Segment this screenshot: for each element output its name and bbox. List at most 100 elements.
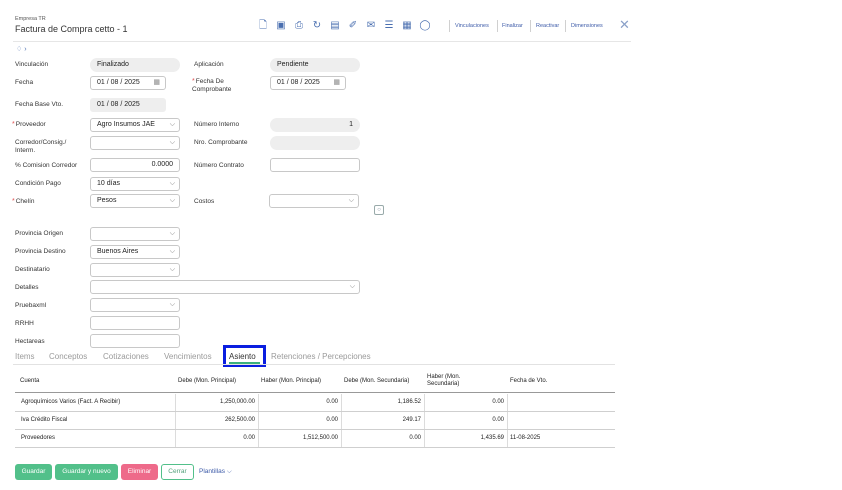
- numero-interno-field: 1: [270, 118, 360, 132]
- email-icon[interactable]: ✉: [364, 19, 378, 33]
- chevron-down-icon: ⌵: [169, 197, 175, 204]
- calendar-icon[interactable]: ▦: [333, 77, 340, 89]
- fecha-value: 01 / 08 / 2025: [97, 79, 140, 86]
- page-title: Factura de Compra cetto - 1: [15, 24, 128, 34]
- guardar-button[interactable]: Guardar: [15, 464, 52, 480]
- vinculacion-field: Finalizado: [90, 58, 180, 72]
- column-header-fecha-vto: Fecha de Vto.: [510, 378, 548, 384]
- chelin-label-text: Chelín: [15, 198, 35, 205]
- numero-contrato-input[interactable]: [270, 158, 360, 172]
- save-icon[interactable]: ▣: [274, 19, 288, 33]
- corredor-select[interactable]: ⌵: [90, 136, 180, 150]
- pdf-icon[interactable]: ▤: [328, 19, 342, 33]
- aplicacion-field: Pendiente: [270, 58, 360, 72]
- provincia-origen-label: Provincia Origen: [15, 230, 64, 237]
- vinculaciones-link[interactable]: Vinculaciones: [455, 23, 489, 29]
- reactivar-link[interactable]: Reactivar: [536, 23, 559, 29]
- numero-contrato-label: Número Contrato: [194, 162, 244, 169]
- link-tags-icon[interactable]: ♢ ›: [16, 45, 27, 53]
- table-row[interactable]: Agroquímicos Varios (Fact. A Recibir) 1,…: [15, 394, 615, 412]
- column-divider: [507, 394, 508, 411]
- cerrar-button[interactable]: Cerrar: [161, 464, 194, 480]
- column-header-haber-secundaria: Haber (Mon. Secundaria): [427, 374, 461, 387]
- calendar-icon[interactable]: ▦: [153, 77, 160, 89]
- print-icon[interactable]: ⎙: [292, 19, 306, 33]
- chevron-down-icon: ⌵: [226, 468, 232, 475]
- plantillas-dropdown[interactable]: Plantillas ⌵: [199, 468, 232, 476]
- provincia-origen-select[interactable]: ⌵: [90, 227, 180, 241]
- tab-conceptos[interactable]: Conceptos: [49, 352, 87, 361]
- cell-cuenta: Agroquímicos Varios (Fact. A Recibir): [21, 399, 121, 405]
- pruebaxml-select[interactable]: ⌵: [90, 298, 180, 312]
- table-row[interactable]: Iva Crédito Fiscal 262,500.00 0.00 249.1…: [15, 412, 615, 430]
- required-marker: *: [12, 121, 15, 128]
- tab-vencimientos[interactable]: Vencimientos: [164, 352, 212, 361]
- required-marker: *: [12, 198, 15, 205]
- chevron-down-icon: ⌵: [169, 139, 175, 146]
- company-name: Empresa TR: [15, 16, 46, 22]
- column-divider: [507, 430, 508, 447]
- cell-haber-secundaria: 1,435.69: [480, 435, 504, 441]
- chevron-down-icon: ⌵: [169, 301, 175, 308]
- chevron-down-icon: ⌵: [169, 266, 175, 273]
- comision-label: % Comision Corredor: [15, 162, 78, 169]
- toolbar-separator: [565, 20, 566, 32]
- vinculacion-label: Vinculación: [15, 61, 49, 68]
- cell-debe-secundaria: 1,186.52: [397, 399, 421, 405]
- condicion-pago-label: Condición Pago: [15, 180, 61, 187]
- chelin-label: *Chelín: [12, 198, 35, 206]
- numero-interno-label: Número Interno: [194, 121, 240, 128]
- fecha-date-input[interactable]: 01 / 08 / 2025 ▦: [90, 76, 166, 90]
- finalizar-link[interactable]: Finalizar: [502, 23, 523, 29]
- aplicacion-label: Aplicación: [194, 61, 224, 68]
- form-icon[interactable]: ▦: [400, 19, 414, 33]
- chat-icon[interactable]: ◯: [418, 19, 432, 33]
- cell-haber-principal: 1,512,500.00: [302, 435, 338, 441]
- column-header-cuenta: Cuenta: [20, 378, 40, 384]
- detalles-select[interactable]: ⌵: [90, 280, 360, 294]
- cell-haber-principal: 0.00: [326, 399, 338, 405]
- fecha-comprobante-date-input[interactable]: 01 / 08 / 2025 ▦: [270, 76, 346, 90]
- hectareas-label: Hectareas: [15, 338, 45, 345]
- costos-detail-icon[interactable]: ○: [374, 205, 384, 215]
- header-divider: [15, 392, 615, 393]
- tab-retenciones-percepciones[interactable]: Retenciones / Percepciones: [271, 352, 371, 361]
- corredor-label: Corredor/Consig./ Interm.: [15, 139, 67, 154]
- dimensiones-link[interactable]: Dimensiones: [571, 23, 603, 29]
- chevron-down-icon: ⌵: [348, 197, 354, 204]
- provincia-destino-value: Buenos Aires: [97, 248, 139, 255]
- tab-items[interactable]: Items: [15, 352, 35, 361]
- table-row[interactable]: Proveedores 0.00 1,512,500.00 0.00 1,435…: [15, 430, 615, 448]
- comision-input[interactable]: 0.0000: [90, 158, 180, 172]
- chelin-select[interactable]: Pesos ⌵: [90, 194, 180, 208]
- list-icon[interactable]: ☰: [382, 19, 396, 33]
- required-marker: *: [192, 78, 195, 85]
- plantillas-label: Plantillas: [199, 468, 226, 475]
- fecha-comprobante-label-text: Fecha De Comprobante: [192, 78, 232, 93]
- provincia-destino-select[interactable]: Buenos Aires ⌵: [90, 245, 180, 259]
- hectareas-input[interactable]: [90, 334, 180, 348]
- costos-select[interactable]: ⌵: [269, 194, 359, 208]
- new-document-icon[interactable]: 🗋: [256, 19, 270, 33]
- condicion-pago-select[interactable]: 10 días ⌵: [90, 177, 180, 191]
- destinatario-label: Destinatario: [15, 266, 50, 273]
- attach-icon[interactable]: ✐: [346, 19, 360, 33]
- history-icon[interactable]: ↻: [310, 19, 324, 33]
- costos-label: Costos: [194, 198, 215, 205]
- chelin-value: Pesos: [97, 197, 117, 204]
- chevron-down-icon: ⌵: [169, 121, 175, 128]
- destinatario-select[interactable]: ⌵: [90, 263, 180, 277]
- tabs-divider: [13, 364, 615, 365]
- proveedor-label: *Proveedor: [12, 121, 46, 129]
- column-header-debe-principal: Debe (Mon. Principal): [178, 378, 237, 384]
- cell-debe-principal: 262,500.00: [224, 417, 255, 423]
- proveedor-select[interactable]: Agro Insumos JAE ⌵: [90, 118, 180, 132]
- rrhh-input[interactable]: [90, 316, 180, 330]
- tab-cotizaciones[interactable]: Cotizaciones: [103, 352, 149, 361]
- eliminar-button[interactable]: Eliminar: [121, 464, 158, 480]
- cell-haber-secundaria: 0.00: [492, 399, 504, 405]
- pruebaxml-label: Pruebaxml: [15, 302, 47, 309]
- guardar-y-nuevo-button[interactable]: Guardar y nuevo: [55, 464, 118, 480]
- cell-debe-secundaria: 249.17: [402, 417, 421, 423]
- close-icon[interactable]: ✕: [619, 17, 630, 33]
